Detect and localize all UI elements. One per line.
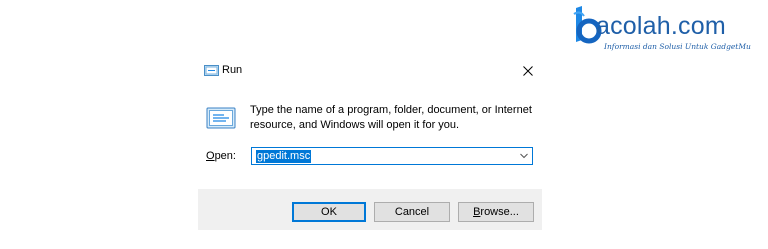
bacolah-logo: acolah.com Informasi dan Solusi Untuk Ga…: [572, 6, 762, 52]
window-title: Run: [222, 64, 243, 76]
open-combobox[interactable]: gpedit.msc: [251, 147, 533, 165]
open-input-selected-text[interactable]: gpedit.msc: [256, 150, 312, 163]
browse-mnemonic: B: [473, 206, 481, 218]
run-program-icon: [206, 107, 236, 129]
close-button[interactable]: [514, 56, 542, 86]
close-icon: [523, 66, 533, 76]
dialog-description: Type the name of a program, folder, docu…: [250, 104, 532, 131]
open-label: Open:: [206, 150, 236, 162]
chevron-down-icon[interactable]: [520, 153, 528, 159]
run-icon: [204, 65, 219, 76]
logo-brand-text: acolah.com: [596, 12, 726, 40]
browse-label: rowse...: [480, 206, 519, 218]
logo-tagline: Informasi dan Solusi Untuk GadgetMu: [604, 42, 751, 51]
browse-button[interactable]: Browse...: [458, 202, 534, 222]
run-dialog: Run Type the name of a program, folder, …: [198, 56, 542, 230]
cancel-button[interactable]: Cancel: [374, 202, 450, 222]
open-label-text: pen:: [214, 150, 236, 162]
title-bar[interactable]: Run: [198, 56, 542, 86]
ok-button[interactable]: OK: [292, 202, 366, 222]
open-label-mnemonic: O: [206, 150, 215, 162]
